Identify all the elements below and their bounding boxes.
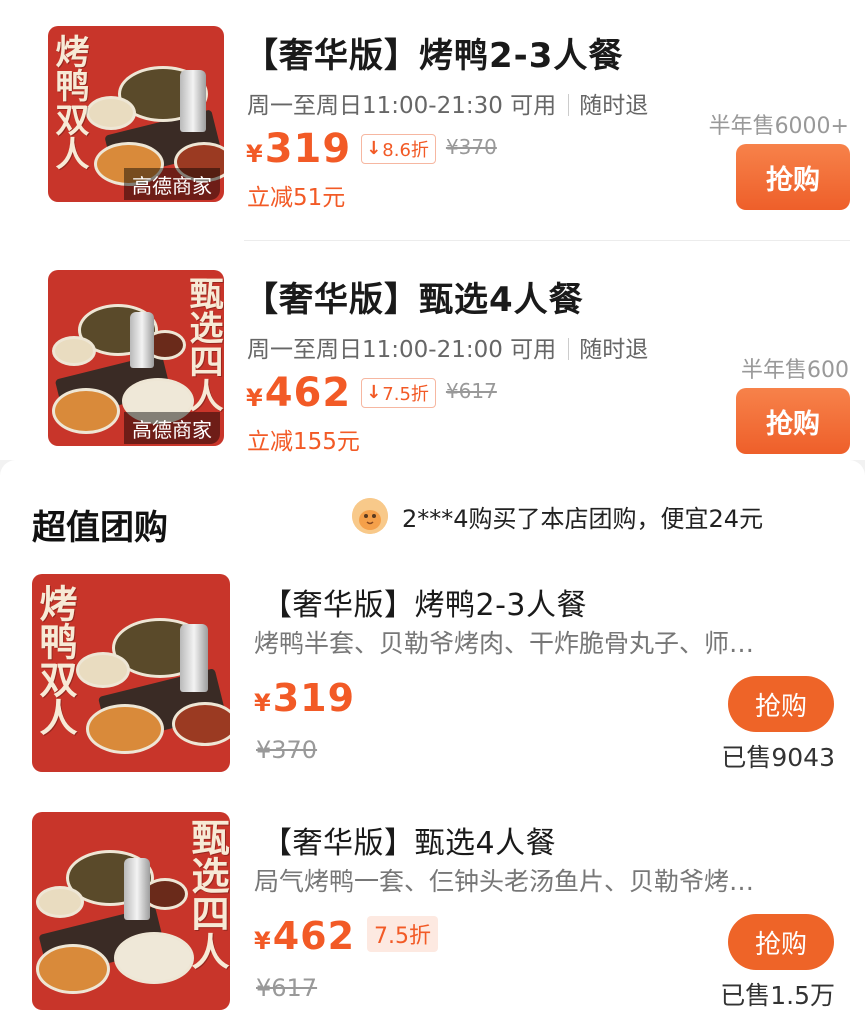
refund-policy: 随时退 [579, 337, 649, 363]
merchant-tag: 高德商家 [124, 412, 220, 444]
item-title: 【奢华版】烤鸭2-3人餐 [262, 588, 587, 623]
item-description: 局气烤鸭一套、仨钟头老汤鱼片、贝勒爷烤… [254, 867, 755, 896]
sold-count: 已售9043 [721, 743, 835, 772]
deal-title: 【奢华版】烤鸭2-3人餐 [244, 36, 624, 76]
currency-symbol: ¥ [254, 689, 271, 717]
currency-symbol: ¥ [246, 140, 263, 168]
user-avatar-icon [352, 498, 388, 534]
deal-item[interactable]: 甄选四人 高德商家 【奢华版】甄选4人餐 周一至周日11:00-21:00 可用… [0, 244, 865, 464]
purchase-notice: 2***4购买了本店团购，便宜24元 [352, 498, 763, 534]
deal-list-card: 烤鸭双人 高德商家 【奢华版】烤鸭2-3人餐 周一至周日11:00-21:30 … [0, 0, 865, 460]
deal-hours: 周一至周日11:00-21:30 可用 随时退 [247, 86, 648, 120]
deal-title: 【奢华版】甄选4人餐 [244, 280, 584, 320]
refund-policy: 随时退 [579, 93, 649, 119]
buy-button[interactable]: 抢购 [728, 914, 834, 970]
item-description: 烤鸭半套、贝勒爷烤肉、干炸脆骨丸子、师… [254, 629, 755, 658]
currency-symbol: ¥ [246, 384, 263, 412]
divider [244, 240, 850, 241]
price-value: 462 [264, 370, 352, 416]
section-title: 超值团购 [32, 508, 168, 548]
sold-count: 半年售6000+ [708, 114, 849, 139]
currency-symbol: ¥ [254, 927, 271, 955]
notice-text: 2***4购买了本店团购，便宜24元 [402, 504, 764, 533]
group-buy-item[interactable]: 甄选四人 【奢华版】甄选4人餐 局气烤鸭一套、仨钟头老汤鱼片、贝勒爷烤… ¥ 4… [0, 812, 865, 1022]
buy-button[interactable]: 抢购 [736, 388, 850, 454]
original-price: ¥617 [256, 974, 318, 1002]
discount-badge: ↓ 7.5折 [361, 377, 436, 408]
original-price: ¥370 [445, 135, 497, 159]
discount-badge: ↓ 8.6折 [361, 133, 436, 164]
deal-hours-text: 周一至周日11:00-21:00 可用 [247, 337, 557, 363]
item-price: ¥ 319 [254, 676, 355, 720]
four-person-set-image[interactable]: 甄选四人 [32, 812, 230, 1010]
savings-text: 立减51元 [247, 185, 346, 211]
down-arrow-icon: ↓ [366, 138, 382, 159]
group-buy-section: 超值团购 2***4购买了本店团购，便宜24元 烤鸭双人 【奢华版】烤鸭2-3人… [0, 460, 865, 1034]
buy-button[interactable]: 抢购 [736, 144, 850, 210]
savings-text: 立减155元 [247, 429, 360, 455]
group-buy-item[interactable]: 烤鸭双人 【奢华版】烤鸭2-3人餐 烤鸭半套、贝勒爷烤肉、干炸脆骨丸子、师… ¥… [0, 574, 865, 784]
price-value: 319 [264, 126, 352, 172]
price-value: 462 [272, 914, 356, 958]
original-price: ¥370 [256, 736, 318, 764]
deal-price: ¥ 462 ↓ 7.5折 ¥617 [246, 370, 497, 416]
discount-badge: 7.5折 [367, 916, 439, 952]
merchant-tag: 高德商家 [124, 168, 220, 200]
sold-count: 已售1.5万 [720, 981, 835, 1010]
roast-duck-set-image[interactable]: 烤鸭双人 [32, 574, 230, 772]
deal-price: ¥ 319 ↓ 8.6折 ¥370 [246, 126, 497, 172]
buy-button[interactable]: 抢购 [728, 676, 834, 732]
sold-count: 半年售600 [741, 358, 849, 383]
deal-item[interactable]: 烤鸭双人 高德商家 【奢华版】烤鸭2-3人餐 周一至周日11:00-21:30 … [0, 0, 865, 220]
price-value: 319 [272, 676, 356, 720]
item-price: ¥ 462 7.5折 [254, 914, 439, 958]
down-arrow-icon: ↓ [366, 382, 382, 403]
deal-hours-text: 周一至周日11:00-21:30 可用 [247, 93, 557, 119]
original-price: ¥617 [445, 379, 497, 403]
item-title: 【奢华版】甄选4人餐 [262, 826, 557, 861]
deal-hours: 周一至周日11:00-21:00 可用 随时退 [247, 330, 648, 364]
